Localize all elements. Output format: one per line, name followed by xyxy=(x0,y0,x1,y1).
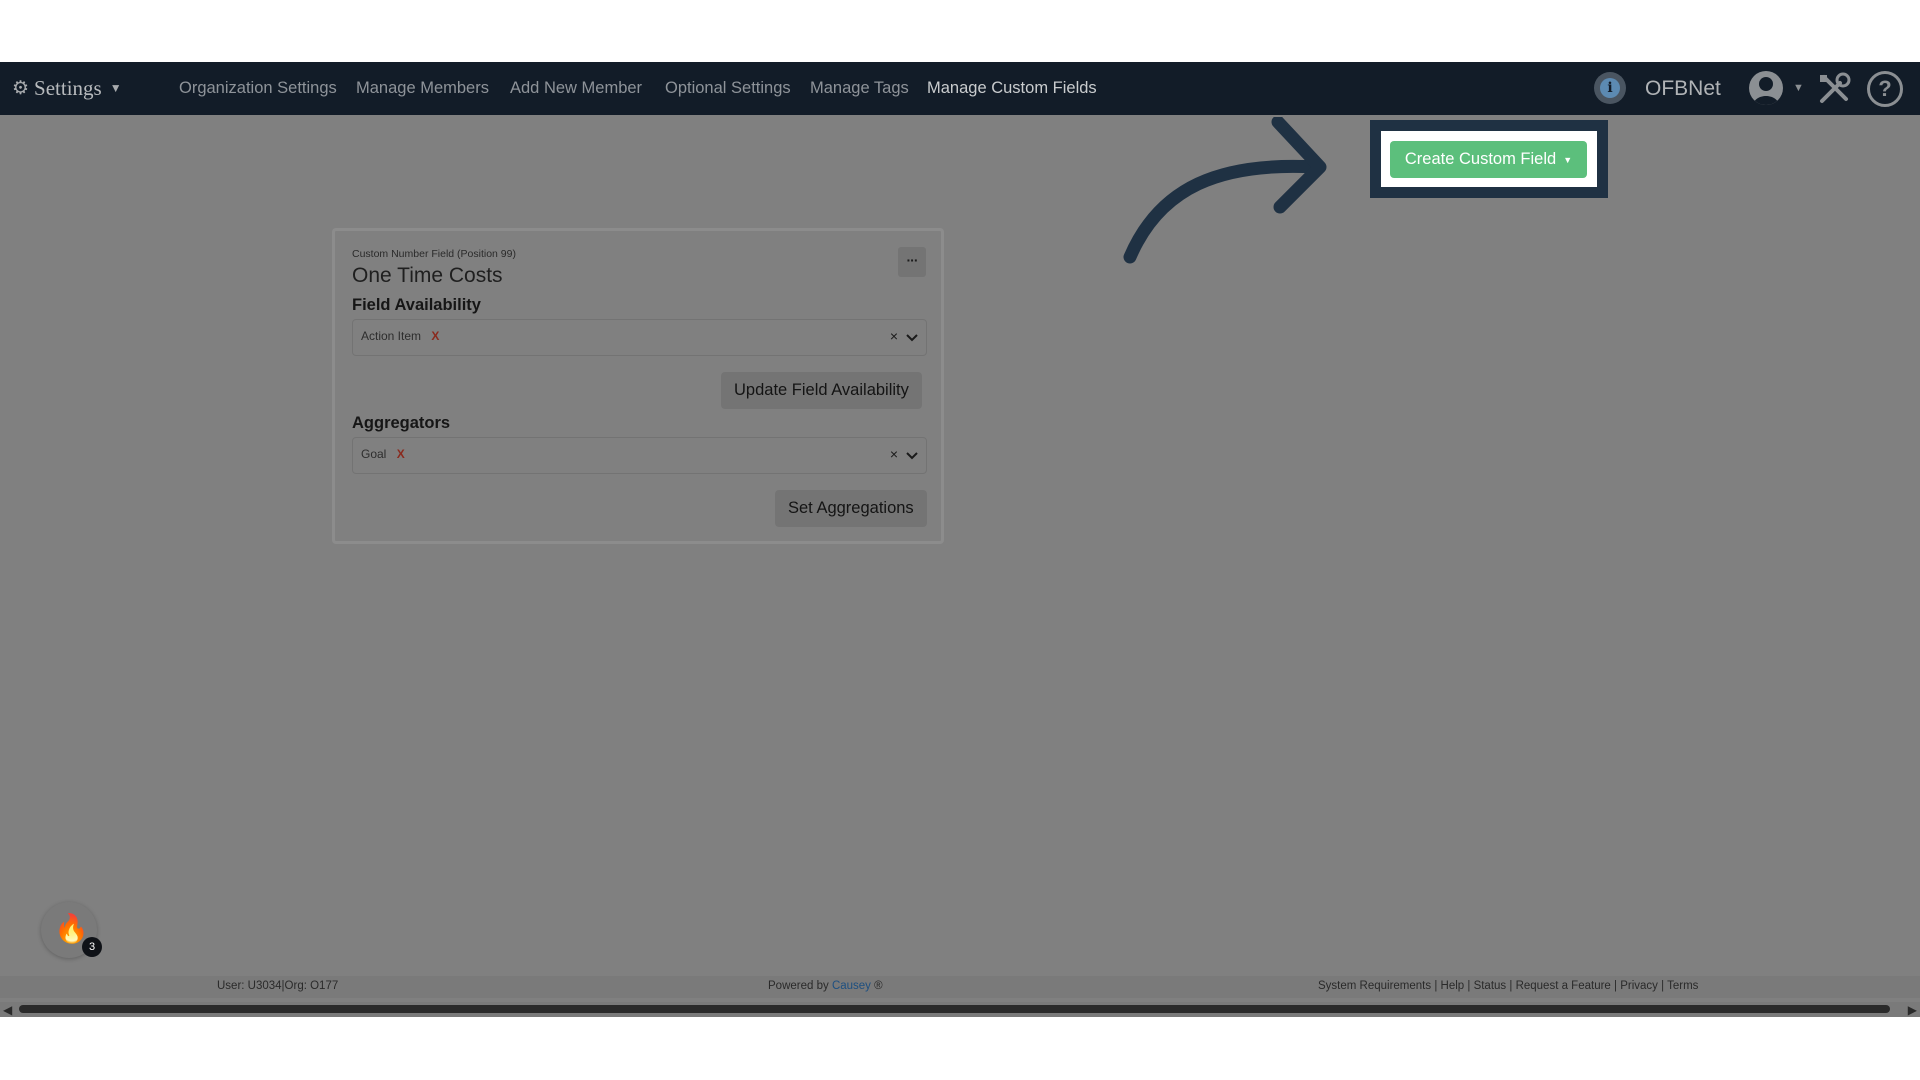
clear-select-icon[interactable]: × xyxy=(890,446,898,462)
field-availability-select[interactable]: Action Item X × xyxy=(352,319,927,356)
footer-link-system-requirements[interactable]: System Requirements xyxy=(1318,980,1431,992)
nav-add-new-member[interactable]: Add New Member xyxy=(510,62,642,115)
remove-chip-icon[interactable]: X xyxy=(431,329,439,343)
create-custom-field-label: Create Custom Field xyxy=(1404,150,1557,168)
info-glyph: i xyxy=(1600,78,1620,98)
settings-label: Settings xyxy=(34,76,102,100)
caret-down-icon: ▼ xyxy=(109,81,122,95)
set-aggregations-button[interactable]: Set Aggregations xyxy=(775,490,927,527)
info-icon[interactable]: i xyxy=(1594,72,1626,104)
nav-manage-tags[interactable]: Manage Tags xyxy=(810,62,909,115)
custom-field-card: Custom Number Field (Position 99) One Ti… xyxy=(332,228,944,544)
aggregators-label: Aggregators xyxy=(352,414,451,432)
footer-links: System Requirements | Help | Status | Re… xyxy=(1318,980,1699,992)
notification-widget[interactable]: 🔥 3 xyxy=(41,902,102,958)
footer-link-privacy[interactable]: Privacy xyxy=(1620,980,1658,992)
top-navbar: ⚙ Settings ▼ Organization Settings Manag… xyxy=(0,62,1920,115)
card-subtitle: Custom Number Field (Position 99) xyxy=(352,248,516,260)
app-screen: ⚙ Settings ▼ Organization Settings Manag… xyxy=(0,62,1920,1017)
create-custom-field-button[interactable]: Create Custom Field ▼ xyxy=(1390,141,1587,178)
settings-dropdown[interactable]: ⚙ Settings ▼ xyxy=(12,62,122,115)
notification-count-badge: 3 xyxy=(82,937,102,957)
card-title: One Time Costs xyxy=(352,264,503,287)
help-icon[interactable]: ? xyxy=(1867,71,1903,107)
footer-link-help[interactable]: Help xyxy=(1441,980,1465,992)
footer: User: U3034|Org: O177 Powered by Causey … xyxy=(0,976,1920,998)
scroll-right-icon[interactable]: ▶ xyxy=(1908,1003,1917,1017)
update-field-availability-button[interactable]: Update Field Availability xyxy=(721,372,922,409)
footer-link-status[interactable]: Status xyxy=(1474,980,1507,992)
aggregator-chip: Goal X xyxy=(361,447,405,461)
nav-manage-members[interactable]: Manage Members xyxy=(356,62,489,115)
tools-icon[interactable] xyxy=(1816,71,1852,107)
aggregators-select[interactable]: Goal X × xyxy=(352,437,927,474)
footer-powered-by: Powered by Causey ® xyxy=(768,980,883,992)
footer-link-terms[interactable]: Terms xyxy=(1667,980,1698,992)
scroll-left-icon[interactable]: ◀ xyxy=(3,1003,12,1017)
tutorial-arrow-icon xyxy=(1123,117,1327,264)
causey-link[interactable]: Causey xyxy=(832,980,871,992)
more-options-button[interactable]: ··· xyxy=(898,247,926,277)
footer-user-info: User: U3034|Org: O177 xyxy=(217,980,339,992)
org-name[interactable]: OFBNet xyxy=(1645,62,1721,115)
availability-chip-label: Action Item xyxy=(361,329,422,343)
nav-manage-custom-fields[interactable]: Manage Custom Fields xyxy=(927,62,1097,115)
remove-chip-icon[interactable]: X xyxy=(397,447,405,461)
footer-link-request-feature[interactable]: Request a Feature xyxy=(1516,980,1611,992)
nav-organization-settings[interactable]: Organization Settings xyxy=(179,62,337,115)
avatar-silhouette-icon xyxy=(1753,77,1779,105)
caret-down-icon: ▼ xyxy=(1563,154,1573,165)
chevron-down-icon[interactable] xyxy=(904,448,920,464)
avatar-caret-icon[interactable]: ▼ xyxy=(1793,62,1804,115)
availability-chip: Action Item X xyxy=(361,329,439,343)
scrollbar-thumb[interactable] xyxy=(19,1005,1890,1013)
horizontal-scrollbar[interactable]: ◀ ▶ xyxy=(0,1002,1920,1017)
user-avatar-icon[interactable] xyxy=(1749,71,1783,105)
powered-prefix: Powered by xyxy=(768,980,832,992)
aggregator-chip-label: Goal xyxy=(361,447,387,461)
gear-icon: ⚙ xyxy=(12,78,30,99)
field-availability-label: Field Availability xyxy=(352,296,481,314)
nav-optional-settings[interactable]: Optional Settings xyxy=(665,62,791,115)
powered-suffix: ® xyxy=(870,980,883,992)
clear-select-icon[interactable]: × xyxy=(890,328,898,344)
chevron-down-icon[interactable] xyxy=(904,330,920,346)
